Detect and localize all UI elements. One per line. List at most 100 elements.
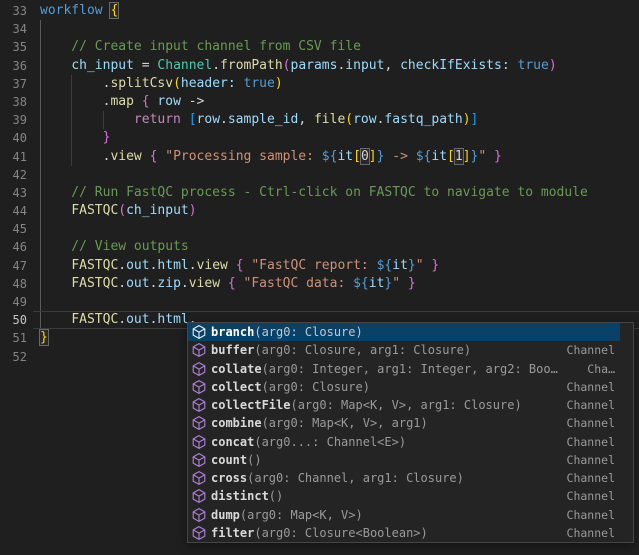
code-line-44[interactable]: FASTQC(ch_input) [33, 202, 639, 220]
suggest-item-signature: (arg0: Closure) [262, 380, 370, 394]
line-number[interactable]: 33 [0, 2, 33, 20]
suggest-item-label: distinct [211, 489, 269, 503]
line-number[interactable]: 44 [0, 202, 33, 220]
suggest-item-signature: (arg0: Map<K, V>) [240, 508, 363, 522]
line-number[interactable]: 35 [0, 38, 33, 56]
code-line-42[interactable] [33, 166, 639, 184]
symbol-method-icon [191, 525, 207, 541]
line-number[interactable]: 51 [0, 329, 33, 347]
suggest-item-label: count [211, 453, 247, 467]
code-line-36[interactable]: ch_input = Channel.fromPath(params.input… [33, 57, 639, 75]
suggest-item-type: Channel [567, 508, 620, 522]
suggest-item-label: concat [211, 435, 254, 449]
symbol-method-icon [191, 415, 207, 431]
line-number[interactable]: 37 [0, 75, 33, 93]
line-number[interactable]: 38 [0, 93, 33, 111]
code-line-48[interactable]: FASTQC.out.zip.view { "FastQC data: ${it… [33, 275, 639, 293]
suggest-item-collate[interactable]: collate(arg0: Integer, arg1: Integer, ar… [188, 360, 620, 378]
line-number-gutter[interactable]: 3334353637383940414243444546474849505152 [0, 2, 33, 366]
line-number[interactable]: 50 [0, 311, 33, 329]
suggest-item-signature: (arg0: Map<K, V>, arg1: Closure) [290, 398, 521, 412]
suggest-item-buffer[interactable]: buffer(arg0: Closure, arg1: Closure)Chan… [188, 341, 620, 359]
symbol-method-icon [191, 470, 207, 486]
symbol-method-icon [191, 452, 207, 468]
suggest-scrollbar[interactable] [620, 323, 633, 542]
symbol-method-icon [191, 361, 207, 377]
code-line-38[interactable]: .map { row -> [33, 93, 639, 111]
suggest-item-type: Channel [567, 526, 620, 540]
symbol-method-icon [191, 397, 207, 413]
suggest-item-label: cross [211, 471, 247, 485]
line-number[interactable]: 36 [0, 57, 33, 75]
line-number[interactable]: 49 [0, 293, 33, 311]
code-line-35[interactable]: // Create input channel from CSV file [33, 38, 639, 56]
code-line-47[interactable]: FASTQC.out.html.view { "FastQC report: $… [33, 257, 639, 275]
suggest-item-type: Channel [567, 398, 620, 412]
line-number[interactable]: 39 [0, 111, 33, 129]
suggest-item-signature: (arg0: Channel, arg1: Closure) [247, 471, 464, 485]
suggest-item-label: collate [211, 362, 262, 376]
symbol-method-icon [191, 324, 207, 340]
line-number[interactable]: 52 [0, 348, 33, 366]
autocomplete-popup: branch(arg0: Closure)buffer(arg0: Closur… [187, 322, 634, 543]
suggest-item-type: Channel [567, 453, 620, 467]
suggest-item-label: dump [211, 508, 240, 522]
suggest-item-label: branch [211, 325, 254, 339]
line-number[interactable]: 40 [0, 129, 33, 147]
code-line-39[interactable]: return [row.sample_id, file(row.fastq_pa… [33, 111, 639, 129]
suggest-item-count[interactable]: count() Channel [188, 451, 620, 469]
suggest-item-signature: () [269, 489, 283, 503]
line-number[interactable]: 48 [0, 275, 33, 293]
suggest-item-type: Channel [567, 489, 620, 503]
suggest-item-label: filter [211, 526, 254, 540]
matched-bracket: 1 [455, 149, 463, 164]
code-line-40[interactable]: } [33, 129, 639, 147]
code-line-45[interactable] [33, 220, 639, 238]
suggest-item-signature: (arg0: Map<K, V>, arg1) [262, 416, 428, 430]
suggest-item-concat[interactable]: concat(arg0...: Channel<E>) Channel [188, 433, 620, 451]
code-lines[interactable]: workflow { // Create input channel from … [33, 2, 639, 366]
symbol-method-icon [191, 434, 207, 450]
suggest-item-collect[interactable]: collect(arg0: Closure) Channel [188, 378, 620, 396]
code-editor: 3334353637383940414243444546474849505152… [0, 0, 639, 555]
suggest-item-dump[interactable]: dump(arg0: Map<K, V>) Channel [188, 506, 620, 524]
suggest-item-cross[interactable]: cross(arg0: Channel, arg1: Closure) Chann… [188, 469, 620, 487]
symbol-method-icon [191, 488, 207, 504]
code-line-33[interactable]: workflow { [33, 2, 639, 20]
code-line-46[interactable]: // View outputs [33, 238, 639, 256]
code-line-34[interactable] [33, 20, 639, 38]
line-number[interactable]: 46 [0, 238, 33, 256]
code-line-49[interactable] [33, 293, 639, 311]
suggest-item-distinct[interactable]: distinct() Channel [188, 487, 620, 505]
suggest-item-type: Channel [567, 471, 620, 485]
suggest-item-branch[interactable]: branch(arg0: Closure) [188, 323, 620, 341]
matched-bracket: { [110, 3, 118, 18]
suggest-item-type: Cha… [587, 362, 620, 376]
suggest-item-type: Channel [567, 343, 620, 357]
line-number[interactable]: 43 [0, 184, 33, 202]
code-line-41[interactable]: .view { "Processing sample: ${it[0]} -> … [33, 148, 639, 166]
suggest-item-label: collectFile [211, 398, 290, 412]
line-number[interactable]: 34 [0, 20, 33, 38]
suggest-item-type: Channel [567, 380, 620, 394]
line-number[interactable]: 47 [0, 257, 33, 275]
matched-bracket: 0 [361, 149, 369, 164]
symbol-method-icon [191, 507, 207, 523]
suggest-item-type: Channel [567, 435, 620, 449]
code-line-37[interactable]: .splitCsv(header: true) [33, 75, 639, 93]
symbol-method-icon [191, 342, 207, 358]
line-number[interactable]: 41 [0, 148, 33, 166]
code-line-43[interactable]: // Run FastQC process - Ctrl-click on FA… [33, 184, 639, 202]
suggest-item-filter[interactable]: filter(arg0: Closure<Boolean>) Channel [188, 524, 620, 542]
suggest-item-type: Channel [567, 416, 620, 430]
suggest-item-signature: (arg0...: Channel<E>) [254, 435, 406, 449]
line-number[interactable]: 42 [0, 166, 33, 184]
suggest-item-signature: (arg0: Closure<Boolean>) [254, 526, 427, 540]
suggest-item-signature: (arg0: Integer, arg1: Integer, arg2: Boo… [262, 362, 558, 376]
suggest-item-combine[interactable]: combine(arg0: Map<K, V>, arg1)Channel [188, 414, 620, 432]
suggest-item-signature: () [247, 453, 261, 467]
suggest-item-collectFile[interactable]: collectFile(arg0: Map<K, V>, arg1: Closu… [188, 396, 620, 414]
suggest-item-signature: (arg0: Closure, arg1: Closure) [254, 343, 471, 357]
suggest-item-label: collect [211, 380, 262, 394]
line-number[interactable]: 45 [0, 220, 33, 238]
